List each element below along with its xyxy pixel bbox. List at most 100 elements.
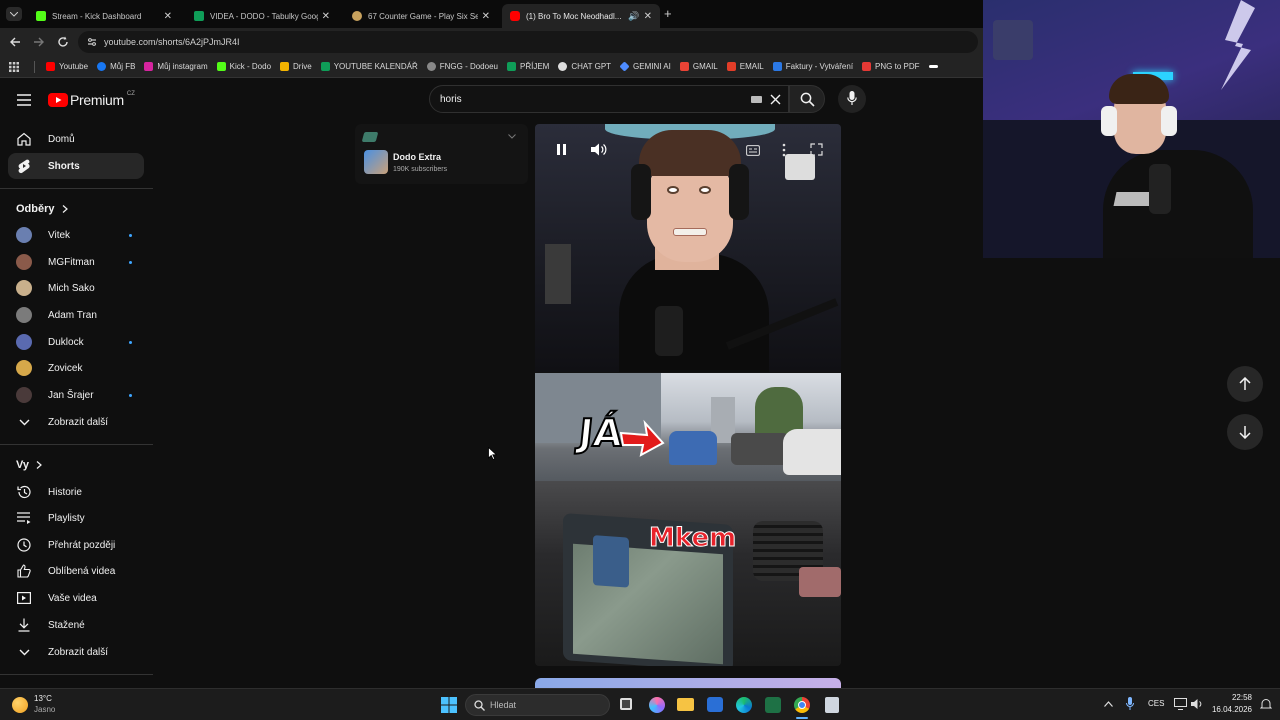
file-explorer-icon[interactable] [677,698,694,711]
back-button[interactable] [9,36,21,48]
new-content-dot [129,234,132,237]
headphone-left [631,164,651,220]
voice-search-button[interactable] [838,85,866,113]
sheets-icon [320,62,330,71]
pause-button[interactable] [557,144,566,155]
subscriptions-header[interactable]: Odběry [16,203,68,215]
search-box[interactable]: horis [429,85,789,113]
clock-time[interactable]: 22:58 [1212,693,1252,702]
sidebar-item-downloads[interactable]: Stažené [8,612,144,638]
bookmark-youtube-calendar[interactable]: YOUTUBE KALENDÁŘ [320,62,418,71]
search-button[interactable] [789,85,825,113]
browser-tab[interactable]: VIDEA - DODO - Tabulky Googl ✕ [186,4,338,28]
you-header[interactable]: Vy [16,459,42,471]
close-tab-icon[interactable]: ✕ [482,11,490,22]
guide-menu-button[interactable] [17,94,31,106]
subscription-item[interactable]: Duklock [8,329,144,355]
browser-tab[interactable]: 67 Counter Game - Play Six Sev ✕ [344,4,498,28]
close-tab-icon[interactable]: ✕ [164,11,172,22]
previous-short-button[interactable] [1227,366,1263,402]
search-input[interactable]: horis [440,94,462,105]
bookmark-more[interactable] [928,65,938,68]
fullscreen-icon[interactable] [810,143,823,156]
tab-search-button[interactable] [6,7,22,21]
close-tab-icon[interactable]: ✕ [644,11,652,22]
sidebar-item-shorts[interactable]: Shorts [8,153,144,179]
sidebar-item-home[interactable]: Domů [8,126,144,152]
volume-button[interactable] [591,143,607,156]
weather-temperature[interactable]: 13°C [34,694,52,703]
subscription-item[interactable]: Zovicek [8,355,144,381]
bookmark-chatgpt[interactable]: CHAT GPT [558,62,611,71]
taskbar-search-box[interactable]: Hledat [465,694,610,716]
edge-icon[interactable] [736,697,752,713]
chevron-down-icon[interactable] [508,134,516,139]
bookmark-png-to-pdf[interactable]: PNG to PDF [862,62,920,71]
subscription-item[interactable]: MGFitman [8,249,144,275]
youtube-logo[interactable]: Premium CZ [48,91,135,108]
calculator-icon[interactable] [825,697,839,713]
invoice-icon [772,62,782,71]
bookmark-prijem[interactable]: PŘÍJEM [506,62,549,71]
subscription-item[interactable]: Adam Tran [8,302,144,328]
avatar [16,254,32,270]
bookmark-instagram[interactable]: Můj instagram [144,62,208,71]
bookmark-youtube[interactable]: Youtube [46,62,88,71]
subscription-item[interactable]: Mich Sako [8,275,144,301]
sidebar-item-your-videos[interactable]: Vaše videa [8,585,144,611]
sidebar-item-playlists[interactable]: Playlisty [8,505,144,531]
channel-name[interactable]: Dodo Extra [393,152,441,162]
volume-icon[interactable] [1191,698,1203,710]
sidebar-item-history[interactable]: Historie [8,479,144,505]
apps-grid-icon[interactable] [9,62,19,72]
next-short-button[interactable] [1227,414,1263,450]
weather-sun-icon[interactable] [12,697,28,713]
network-icon[interactable] [1174,698,1187,710]
close-tab-icon[interactable]: ✕ [322,11,330,22]
sidebar-item-liked[interactable]: Oblíbená videa [8,558,144,584]
bookmark-fngg[interactable]: FNGG - Dodoeu [426,62,498,71]
reload-button[interactable] [57,36,69,48]
copilot-icon[interactable] [649,697,665,713]
avatar [16,307,32,323]
bookmark-gemini[interactable]: GEMINI AI [619,61,671,72]
bookmark-gmail[interactable]: GMAIL [679,62,718,71]
language-indicator[interactable]: CES [1148,699,1164,708]
site-info-icon[interactable] [87,37,97,47]
channel-card[interactable]: Dodo Extra 190K subscribers [355,124,528,184]
chevron-up-icon[interactable] [1104,701,1113,707]
browser-tab[interactable]: Stream - Kick Dashboard ✕ [28,4,180,28]
browser-tab-active[interactable]: (1) Bro To Moc Neodhadl... 🔊 ✕ [502,4,660,28]
new-tab-button[interactable]: + [664,6,672,21]
subscription-item[interactable]: Vitek [8,222,144,248]
next-short-preview[interactable] [535,678,841,688]
logo-text: Premium [70,92,124,108]
excel-icon[interactable] [765,697,781,713]
bookmark-facebook[interactable]: Můj FB [97,62,135,71]
bookmark-email[interactable]: EMAIL [726,62,764,71]
more-options-icon[interactable] [782,143,786,157]
show-more-you[interactable]: Zobrazit další [8,639,144,665]
captions-icon[interactable] [746,145,760,156]
keyboard-icon[interactable] [751,96,762,103]
store-icon[interactable] [707,697,723,712]
new-content-dot [129,261,132,264]
microphone-icon[interactable] [1126,697,1134,711]
bookmark-faktury[interactable]: Faktury - Vytváření [772,62,853,71]
start-button[interactable] [441,697,457,713]
bookmark-drive[interactable]: Drive [280,62,312,71]
forward-button[interactable] [33,36,45,48]
clear-search-icon[interactable] [770,94,781,105]
notifications-icon[interactable] [1260,698,1272,710]
show-more-subscriptions[interactable]: Zobrazit další [8,409,144,435]
shorts-video-player[interactable]: JÁ Mkem [535,124,841,666]
bookmark-kick[interactable]: Kick - Dodo [216,62,271,71]
arrow-down-icon [1239,426,1251,439]
subscription-item[interactable]: Jan Šrajer [8,382,144,408]
sidebar-item-watch-later[interactable]: Přehrát později [8,532,144,558]
clock-date[interactable]: 16.04.2026 [1204,705,1252,714]
url-text[interactable]: youtube.com/shorts/6A2jPJmJR4I [104,37,240,47]
speaker-icon[interactable]: 🔊 [628,11,639,22]
address-bar[interactable]: youtube.com/shorts/6A2jPJmJR4I [78,31,978,53]
task-view-icon[interactable] [620,698,632,710]
